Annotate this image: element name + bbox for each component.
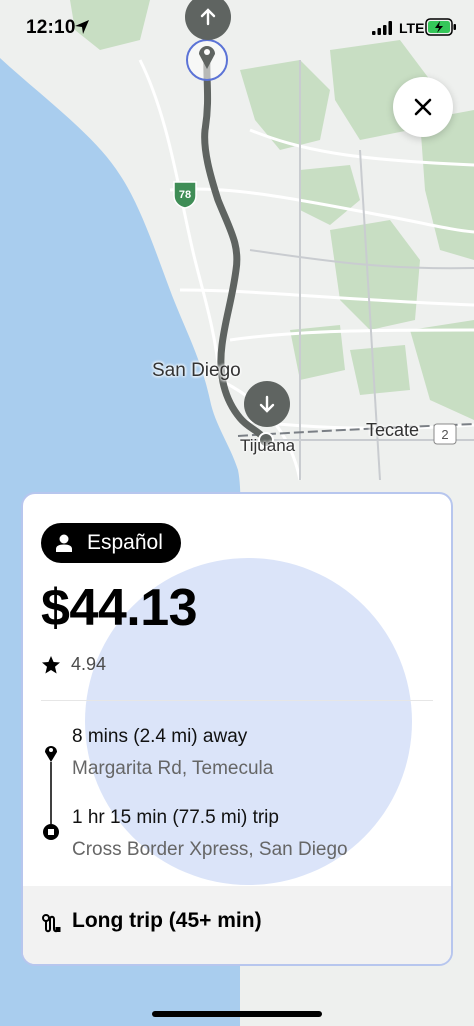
dropoff-info: 1 hr 15 min (77.5 mi) trip Cross Border … [72, 807, 348, 861]
cellular-signal-icon [372, 21, 392, 35]
status-bar: 12:10 LTE [0, 0, 474, 56]
route-78-shield: 78 [173, 181, 197, 209]
trip-timeline [43, 746, 59, 840]
map-label-san-diego: San Diego [152, 360, 241, 381]
language-badge: Español [41, 523, 181, 563]
map-label-tijuana: Tijuana [240, 436, 296, 455]
divider [41, 700, 433, 701]
trip-offer-card[interactable]: Español $44.13 4.94 8 mins (2.4 mi) away… [21, 492, 453, 966]
trip-type-label: Long trip (45+ min) [72, 909, 262, 932]
fare-price: $44.13 [41, 579, 198, 637]
language-label: Español [87, 531, 163, 554]
star-icon [42, 655, 60, 673]
route-2-shield: 2 [433, 423, 457, 445]
dropoff-arrow-pin [244, 381, 290, 427]
arrow-down-icon [259, 395, 275, 413]
location-arrow-icon [75, 20, 89, 34]
status-time: 12:10 [26, 17, 76, 38]
route-2-label: 2 [441, 427, 448, 442]
network-type: LTE [399, 20, 425, 36]
pickup-location: Margarita Rd, Temecula [72, 758, 274, 779]
pickup-info: 8 mins (2.4 mi) away Margarita Rd, Temec… [72, 726, 273, 780]
long-trip-icon [42, 914, 61, 933]
route-78-label: 78 [179, 189, 191, 201]
rating-value: 4.94 [71, 654, 107, 674]
close-icon [414, 98, 432, 116]
rider-rating: 4.94 [41, 654, 106, 675]
trip-duration: 1 hr 15 min (77.5 mi) trip [72, 807, 279, 828]
dropoff-location: Cross Border Xpress, San Diego [72, 839, 348, 860]
person-icon [56, 534, 72, 552]
pickup-eta: 8 mins (2.4 mi) away [72, 726, 248, 747]
battery-charging-icon [425, 18, 456, 36]
trip-type-footer: Long trip (45+ min) [23, 886, 451, 964]
close-button[interactable] [393, 77, 453, 137]
map-label-tecate: Tecate [366, 420, 420, 440]
home-indicator [152, 1011, 322, 1017]
